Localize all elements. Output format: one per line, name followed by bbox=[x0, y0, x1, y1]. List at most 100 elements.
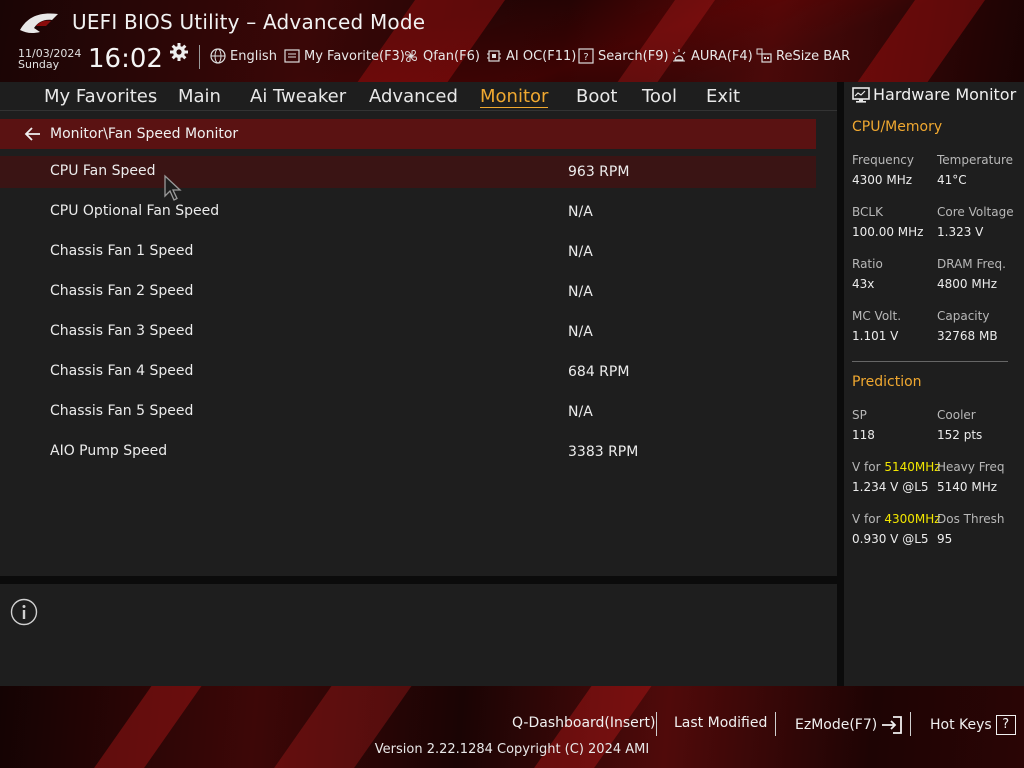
fan-row-label: CPU Optional Fan Speed bbox=[50, 203, 220, 219]
fan-row-chassis-fan-3[interactable]: Chassis Fan 3 Speed N/A bbox=[0, 316, 816, 348]
last-modified-button[interactable]: Last Modified bbox=[674, 715, 767, 731]
info-icon bbox=[10, 598, 38, 626]
ezmode-button[interactable]: EzMode(F7) bbox=[795, 715, 903, 735]
prediction-heading: Prediction bbox=[852, 374, 922, 390]
hot-keys-label: Hot Keys bbox=[930, 717, 992, 733]
qfan-label: Qfan(F6) bbox=[423, 48, 480, 64]
sp-label: SP bbox=[852, 408, 867, 422]
help-key-icon: ? bbox=[995, 715, 1016, 735]
qfan-button[interactable]: Qfan(F6) bbox=[403, 48, 480, 64]
fan-row-label: Chassis Fan 1 Speed bbox=[50, 243, 194, 259]
hardware-monitor-title: Hardware Monitor bbox=[873, 85, 1017, 104]
fan-row-value: N/A bbox=[568, 244, 593, 260]
fan-row-value: 684 RPM bbox=[568, 364, 630, 380]
gear-icon[interactable] bbox=[169, 42, 189, 62]
breadcrumb[interactable]: Monitor\Fan Speed Monitor bbox=[0, 119, 816, 149]
help-panel bbox=[0, 584, 837, 686]
fan-row-aio-pump[interactable]: AIO Pump Speed 3383 RPM bbox=[0, 436, 816, 468]
globe-icon bbox=[210, 48, 226, 64]
v-for-freq-value: 1.234 V @L5 bbox=[852, 480, 929, 494]
resize-bar-icon bbox=[756, 48, 772, 63]
tab-monitor[interactable]: Monitor bbox=[480, 86, 549, 108]
fan-row-value: 3383 RPM bbox=[568, 444, 639, 460]
frequency-label: Frequency bbox=[852, 153, 914, 167]
heavy-freq-label: Heavy Freq bbox=[937, 460, 1005, 474]
fan-row-value: N/A bbox=[568, 324, 593, 340]
tab-ai-tweaker[interactable]: Ai Tweaker bbox=[250, 86, 346, 107]
search-label: Search(F9) bbox=[598, 48, 669, 64]
my-favorite-button[interactable]: My Favorite(F3) bbox=[284, 48, 405, 64]
tab-my-favorites[interactable]: My Favorites bbox=[44, 86, 157, 107]
header-bar: UEFI BIOS Utility – Advanced Mode 11/03/… bbox=[0, 0, 1024, 82]
search-button[interactable]: ? Search(F9) bbox=[578, 48, 669, 64]
tab-exit[interactable]: Exit bbox=[706, 86, 740, 107]
dos-thresh-label: Dos Thresh bbox=[937, 512, 1005, 526]
cooler-label: Cooler bbox=[937, 408, 976, 422]
hw-section-divider bbox=[852, 361, 1008, 362]
v-for-freq-highlight: 5140MHz bbox=[884, 460, 941, 474]
main-panel: My Favorites Main Ai Tweaker Advanced Mo… bbox=[0, 82, 837, 576]
svg-text:?: ? bbox=[583, 52, 588, 63]
fan-row-cpu-optional-fan[interactable]: CPU Optional Fan Speed N/A bbox=[0, 196, 816, 228]
hot-keys-button[interactable]: Hot Keys ? bbox=[930, 715, 1016, 735]
tab-bar: My Favorites Main Ai Tweaker Advanced Mo… bbox=[0, 82, 837, 110]
ratio-label: Ratio bbox=[852, 257, 883, 271]
aura-button[interactable]: AURA(F4) bbox=[671, 48, 753, 64]
v-for-freq-2-highlight: 4300MHz bbox=[884, 512, 941, 526]
capacity-label: Capacity bbox=[937, 309, 990, 323]
monitor-icon bbox=[852, 87, 870, 103]
fan-row-label: AIO Pump Speed bbox=[50, 443, 168, 459]
resize-bar-button[interactable]: ReSize BAR bbox=[756, 48, 850, 64]
fan-row-label: Chassis Fan 3 Speed bbox=[50, 323, 194, 339]
fan-row-chassis-fan-1[interactable]: Chassis Fan 1 Speed N/A bbox=[0, 236, 816, 268]
footer-divider bbox=[910, 712, 911, 736]
ai-oc-label: AI OC(F11) bbox=[506, 48, 577, 64]
header-decor bbox=[597, 0, 723, 82]
bclk-value: 100.00 MHz bbox=[852, 225, 924, 239]
panel-divider bbox=[0, 576, 837, 584]
cpu-memory-heading: CPU/Memory bbox=[852, 119, 943, 135]
temperature-label: Temperature bbox=[937, 153, 1014, 167]
mouse-cursor-icon bbox=[164, 174, 182, 201]
fan-row-chassis-fan-2[interactable]: Chassis Fan 2 Speed N/A bbox=[0, 276, 816, 308]
dram-freq-value: 4800 MHz bbox=[937, 277, 998, 291]
aura-icon bbox=[672, 49, 686, 62]
dram-freq-label: DRAM Freq. bbox=[937, 257, 1006, 271]
temperature-value: 41°C bbox=[937, 173, 967, 187]
sp-value: 118 bbox=[852, 428, 875, 442]
tab-boot[interactable]: Boot bbox=[576, 86, 617, 107]
toolbar-divider bbox=[199, 45, 200, 69]
cooler-value: 152 pts bbox=[937, 428, 983, 442]
header-decor bbox=[837, 0, 993, 82]
fan-icon bbox=[405, 50, 417, 62]
search-icon: ? bbox=[578, 48, 594, 64]
ezmode-label: EzMode(F7) bbox=[795, 717, 878, 733]
heavy-freq-value: 5140 MHz bbox=[937, 480, 998, 494]
fan-row-value: N/A bbox=[568, 404, 593, 420]
fan-row-value: N/A bbox=[568, 204, 593, 220]
exit-to-ezmode-icon bbox=[882, 716, 903, 734]
fan-row-label: CPU Fan Speed bbox=[50, 163, 156, 179]
core-voltage-value: 1.323 V bbox=[937, 225, 984, 239]
v-for-freq-2-label: V for 4300MHz bbox=[852, 512, 941, 526]
fan-row-cpu-fan[interactable]: CPU Fan Speed 963 RPM bbox=[0, 156, 816, 188]
ai-oc-icon bbox=[487, 50, 501, 62]
fan-row-chassis-fan-4[interactable]: Chassis Fan 4 Speed 684 RPM bbox=[0, 356, 816, 388]
dos-thresh-value: 95 bbox=[937, 532, 953, 546]
tab-main[interactable]: Main bbox=[178, 86, 221, 107]
back-arrow-icon[interactable] bbox=[24, 126, 42, 142]
language-button[interactable]: English bbox=[210, 48, 277, 64]
fan-row-value: N/A bbox=[568, 284, 593, 300]
capacity-value: 32768 MB bbox=[937, 329, 998, 343]
clock-display: 16:02 bbox=[88, 44, 163, 74]
bclk-label: BCLK bbox=[852, 205, 883, 219]
v-for-freq-label: V for 5140MHz bbox=[852, 460, 941, 474]
q-dashboard-button[interactable]: Q-Dashboard(Insert) bbox=[512, 715, 656, 731]
ai-oc-button[interactable]: AI OC(F11) bbox=[486, 48, 576, 64]
frequency-value: 4300 MHz bbox=[852, 173, 913, 187]
tab-advanced[interactable]: Advanced bbox=[369, 86, 458, 107]
aura-label: AURA(F4) bbox=[691, 48, 753, 64]
rog-logo-icon bbox=[20, 13, 58, 34]
fan-row-chassis-fan-5[interactable]: Chassis Fan 5 Speed N/A bbox=[0, 396, 816, 428]
tab-tool[interactable]: Tool bbox=[642, 86, 677, 107]
